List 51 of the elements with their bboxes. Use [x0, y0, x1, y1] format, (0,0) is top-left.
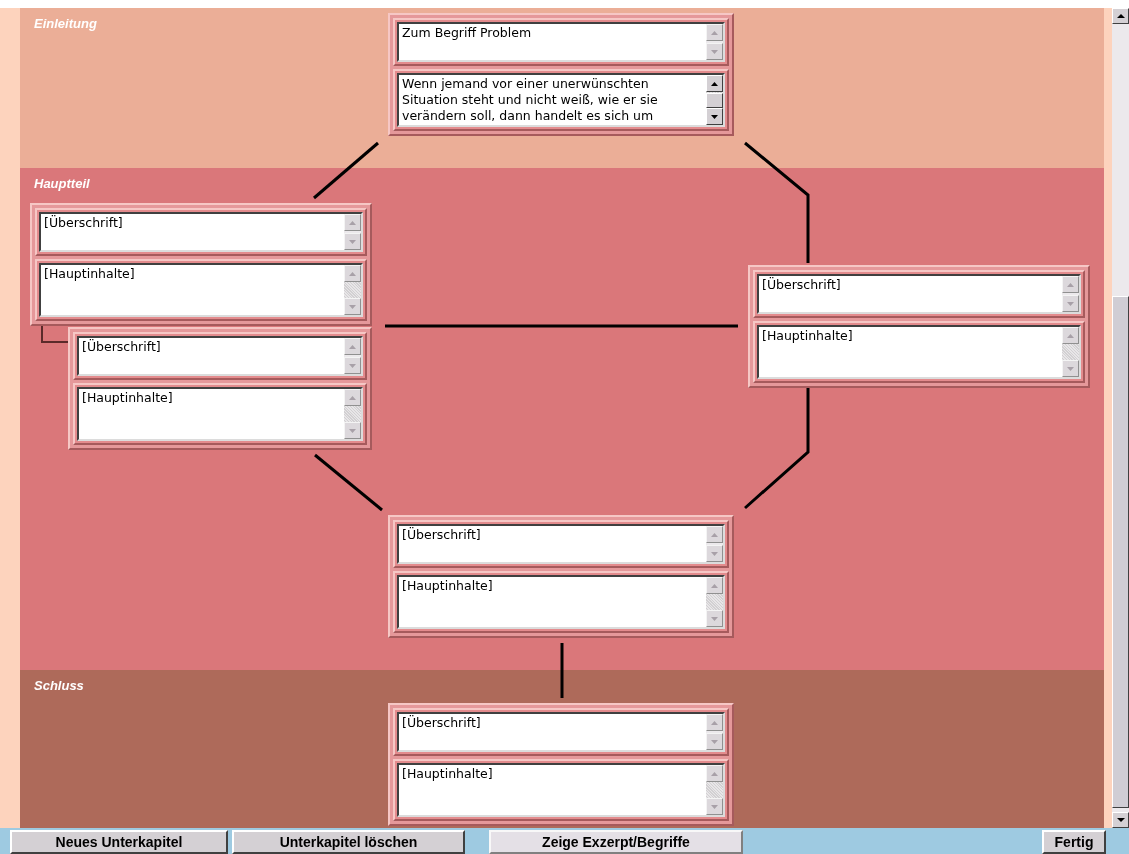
down-arrow-icon: [711, 616, 718, 621]
content-field[interactable]: [Hauptinhalte]: [397, 575, 725, 629]
heading-field[interactable]: Zum Begriff Problem: [397, 22, 725, 62]
up-arrow-icon: [1116, 14, 1125, 18]
heading-field[interactable]: [Überschrift]: [397, 524, 725, 564]
content-field[interactable]: [Hauptinhalte]: [39, 263, 363, 317]
section-title: Einleitung: [34, 16, 97, 31]
down-arrow-icon: [711, 739, 718, 744]
field-scrollbar[interactable]: [706, 75, 723, 125]
toolbar-button[interactable]: Zeige Exzerpt/Begriffe: [489, 830, 743, 854]
toolbar-button[interactable]: Neues Unterkapitel: [10, 830, 228, 854]
scroll-thumb[interactable]: [706, 92, 723, 108]
scroll-thumb[interactable]: [1112, 296, 1129, 808]
toolbar-button[interactable]: Unterkapitel löschen: [232, 830, 465, 854]
heading-field[interactable]: [Überschrift]: [757, 274, 1081, 314]
content-field[interactable]: [Hauptinhalte]: [77, 387, 363, 441]
down-arrow-icon: [1067, 366, 1074, 371]
content-field[interactable]: [Hauptinhalte]: [397, 763, 725, 817]
connector-line: [560, 643, 564, 698]
content-field[interactable]: [Hauptinhalte]: [757, 325, 1081, 379]
up-arrow-icon: [711, 532, 718, 537]
up-arrow-icon: [349, 271, 356, 276]
up-arrow-icon: [711, 30, 718, 35]
section-title: Schluss: [34, 678, 84, 693]
heading-field[interactable]: [Überschrift]: [77, 336, 363, 376]
down-arrow-icon: [349, 239, 356, 244]
up-arrow-icon: [349, 220, 356, 225]
down-arrow-icon: [711, 551, 718, 556]
down-arrow-icon: [349, 363, 356, 368]
connector-line: [313, 141, 379, 200]
up-arrow-icon: [711, 771, 718, 776]
toolbar-button[interactable]: Fertig: [1042, 830, 1106, 854]
down-arrow-icon: [349, 428, 356, 433]
connector-line: [314, 453, 383, 512]
down-arrow-icon: [711, 49, 718, 54]
up-arrow-icon: [1067, 282, 1074, 287]
heading-field[interactable]: [Überschrift]: [397, 712, 725, 752]
up-arrow-icon: [711, 583, 718, 588]
down-arrow-icon: [349, 304, 356, 309]
up-arrow-icon: [711, 81, 718, 86]
up-arrow-icon: [349, 344, 356, 349]
content-field[interactable]: Wenn jemand vor einer unerwünschten Situation steht und nicht weiß, wie er sie verändern soll, dann handelt es sich um: [397, 73, 725, 127]
up-arrow-icon: [711, 720, 718, 725]
down-arrow-icon: [711, 114, 718, 119]
down-arrow-icon: [711, 804, 718, 809]
up-arrow-icon: [1067, 333, 1074, 338]
heading-field[interactable]: [Überschrift]: [39, 212, 363, 252]
up-arrow-icon: [349, 395, 356, 400]
section-title: Hauptteil: [34, 176, 90, 191]
down-arrow-icon: [1116, 818, 1125, 822]
down-arrow-icon: [1067, 301, 1074, 306]
